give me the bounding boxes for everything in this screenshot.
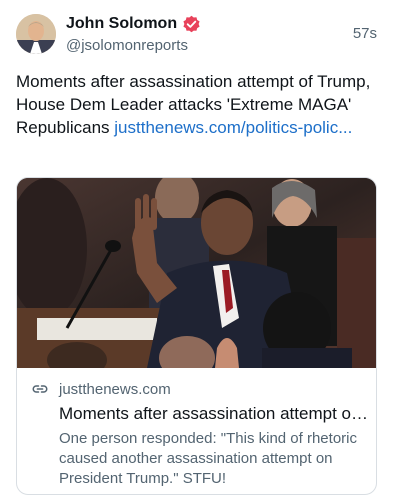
post-header: John Solomon @jsolomonreports 57s <box>16 14 377 56</box>
link-card[interactable]: justthenews.com Moments after assassinat… <box>16 177 377 495</box>
post-link[interactable]: justthenews.com/politics-polic... <box>114 118 352 137</box>
verified-badge-icon <box>183 15 200 32</box>
card-domain-row: justthenews.com <box>31 380 171 398</box>
author-display-name[interactable]: John Solomon <box>66 15 177 33</box>
card-title[interactable]: Moments after assassination attempt of T… <box>59 403 369 425</box>
link-icon <box>32 385 48 393</box>
author-avatar[interactable] <box>16 14 56 54</box>
author-names: John Solomon @jsolomonreports <box>66 14 201 54</box>
post: John Solomon @jsolomonreports 57s Moment… <box>0 0 393 500</box>
post-timestamp[interactable]: 57s <box>353 25 377 42</box>
card-image[interactable] <box>17 178 376 368</box>
card-domain: justthenews.com <box>59 380 171 398</box>
avatar-photo-icon <box>16 14 56 54</box>
post-text: Moments after assassination attempt of T… <box>16 70 378 139</box>
card-description: One person responded: "This kind of rhet… <box>59 430 357 487</box>
photo-of-speaker-waving-icon <box>17 178 376 368</box>
author-handle[interactable]: @jsolomonreports <box>66 37 201 54</box>
